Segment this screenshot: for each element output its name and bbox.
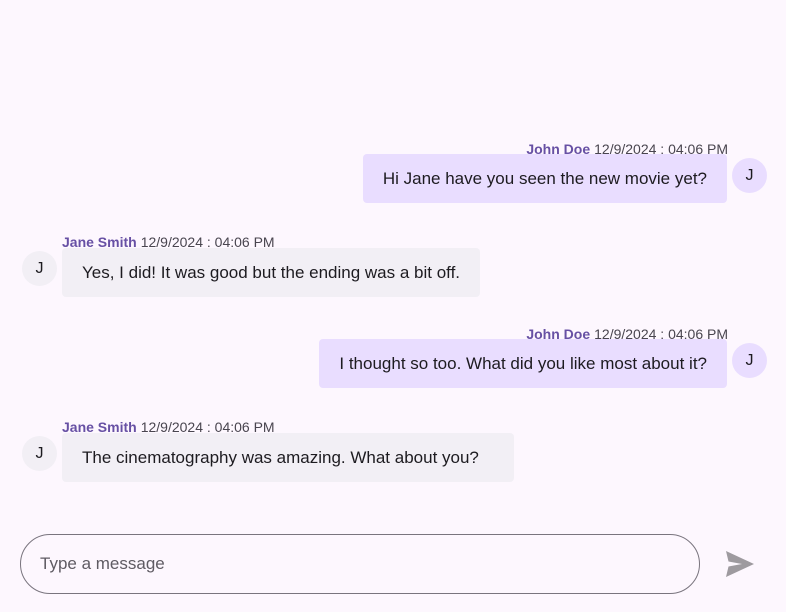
avatar[interactable]: J [22, 436, 57, 471]
message-input[interactable] [40, 535, 680, 593]
avatar[interactable]: J [22, 251, 57, 286]
message-bubble: Yes, I did! It was good but the ending w… [62, 248, 481, 297]
message-bubble: The cinematography was amazing. What abo… [62, 433, 514, 482]
message-bubble: Hi Jane have you seen the new movie yet? [362, 154, 727, 203]
message-list: John Doe 12/9/2024 : 04:06 PM Hi Jane hav… [0, 0, 786, 520]
send-button[interactable] [720, 544, 760, 584]
avatar[interactable]: J [732, 343, 767, 378]
message-composer [20, 534, 700, 594]
send-icon [726, 551, 754, 577]
message-bubble: I thought so too. What did you like most… [319, 339, 727, 388]
avatar[interactable]: J [732, 158, 767, 193]
